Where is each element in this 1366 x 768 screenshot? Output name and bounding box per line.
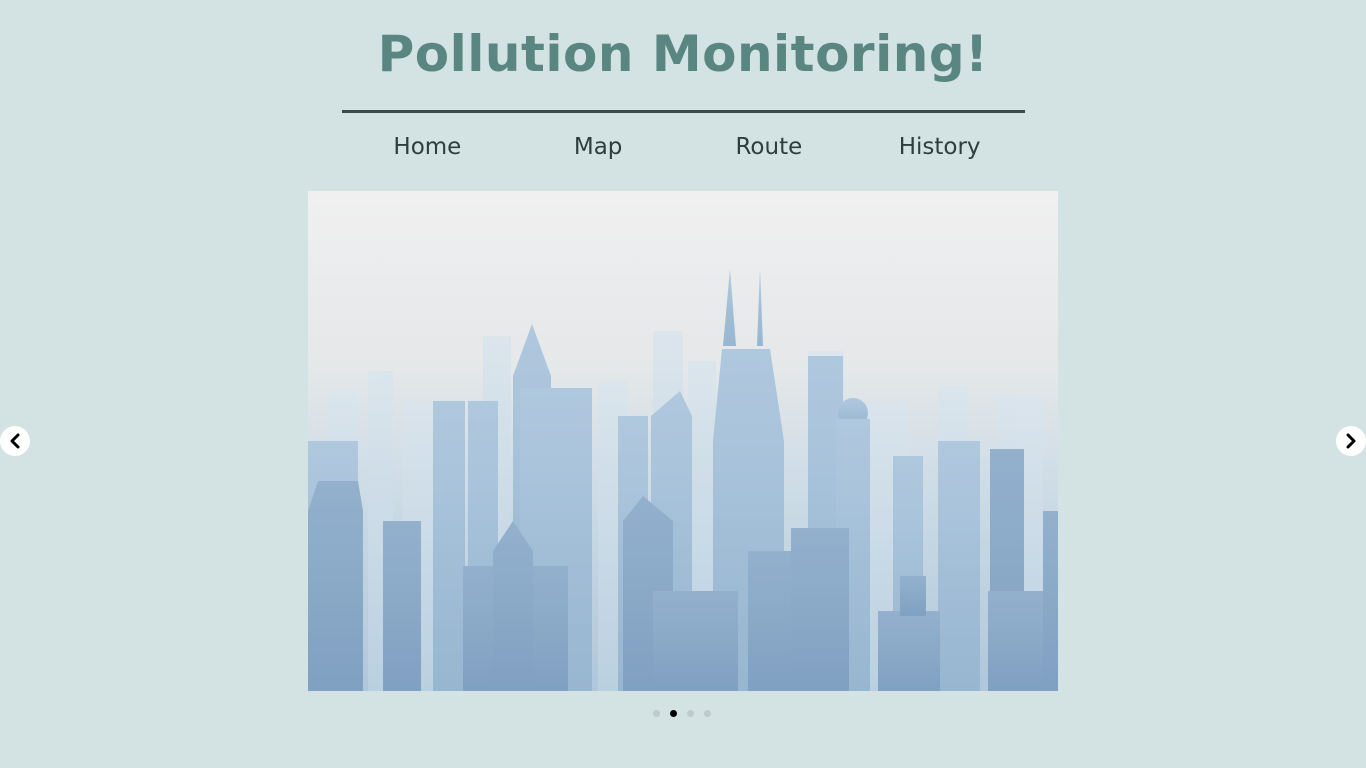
page: Pollution Monitoring! Home Map Route His… <box>0 0 1366 768</box>
carousel-dot-active[interactable] <box>670 710 677 717</box>
chevron-right-icon <box>1346 433 1356 449</box>
main-nav: Home Map Route History <box>342 128 1025 168</box>
carousel-next-button[interactable] <box>1336 426 1366 456</box>
nav-divider <box>342 110 1025 113</box>
city-skyline-smog-image <box>308 191 1058 691</box>
carousel-dot[interactable] <box>704 710 711 717</box>
nav-item-history[interactable]: History <box>854 128 1025 168</box>
nav-item-map[interactable]: Map <box>513 128 684 168</box>
carousel-slide <box>308 191 1058 691</box>
carousel-prev-button[interactable] <box>0 426 30 456</box>
carousel-dot[interactable] <box>687 710 694 717</box>
nav-item-route[interactable]: Route <box>684 128 855 168</box>
chevron-left-icon <box>10 433 20 449</box>
carousel-dot[interactable] <box>653 710 660 717</box>
carousel-indicators <box>653 710 711 717</box>
nav-item-home[interactable]: Home <box>342 128 513 168</box>
site-title: Pollution Monitoring! <box>377 25 989 83</box>
